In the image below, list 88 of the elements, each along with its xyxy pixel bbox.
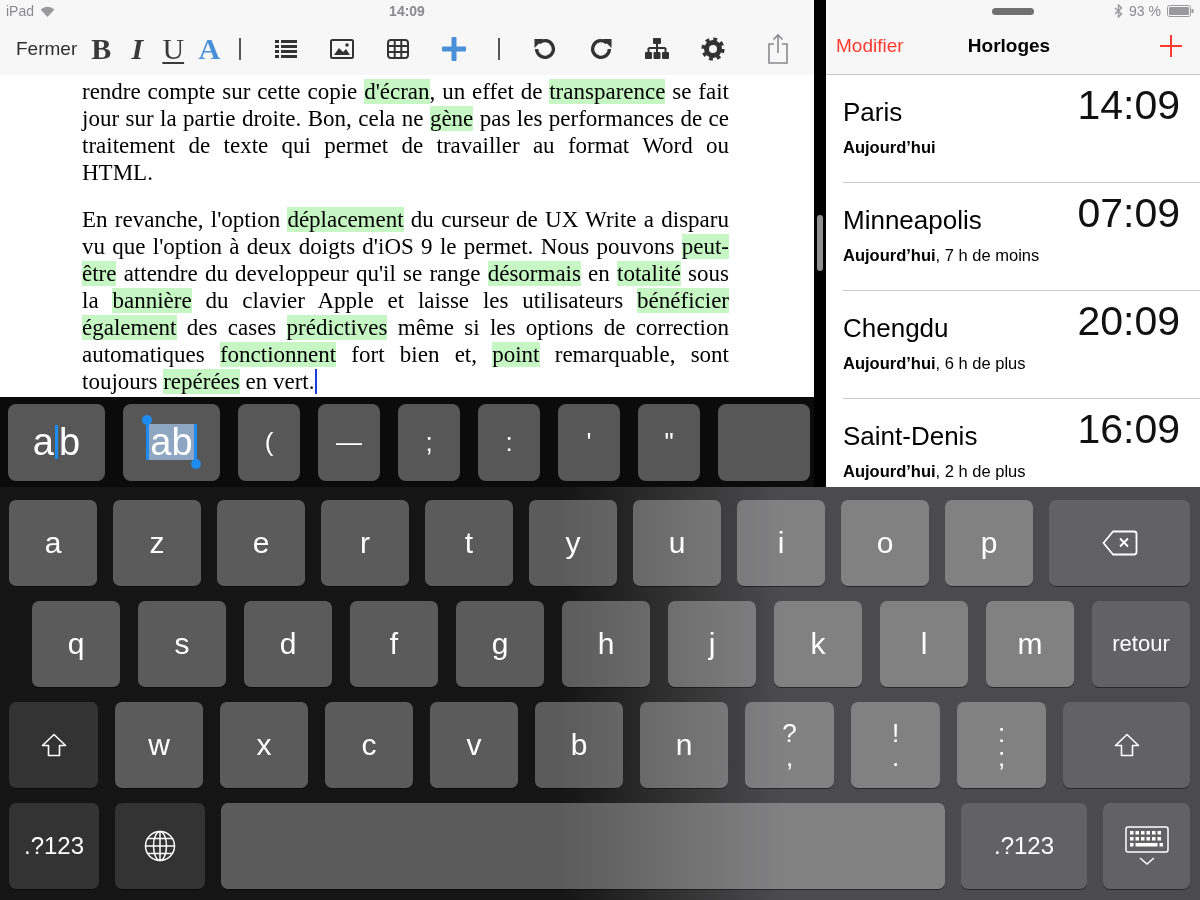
text-cursor-icon — [55, 425, 58, 459]
letter-key[interactable]: r — [321, 500, 409, 586]
letter-key[interactable]: i — [737, 500, 825, 586]
letter-key[interactable]: w — [115, 702, 203, 788]
punctuation-key[interactable]: ! . — [851, 702, 940, 788]
keyboard-chevron-icon — [1124, 826, 1169, 866]
letter-key[interactable]: k — [774, 601, 862, 687]
day-offset: Aujourd’hui, 7 h de moins — [843, 245, 1040, 265]
selection-handle-icon — [142, 415, 153, 425]
shift-icon — [1113, 733, 1140, 757]
city-name: Paris — [843, 97, 903, 127]
settings-icon[interactable] — [701, 36, 726, 61]
letter-key[interactable]: b — [535, 702, 623, 788]
letter-key[interactable]: g — [456, 601, 544, 687]
backspace-key[interactable] — [1049, 500, 1190, 586]
city-time: 16:09 — [1077, 406, 1180, 452]
city-time: 07:09 — [1077, 190, 1180, 236]
status-time: 14:09 — [389, 3, 425, 19]
letter-key[interactable]: h — [562, 601, 650, 687]
bluetooth-icon — [1114, 4, 1124, 18]
symbol-key[interactable]: : — [478, 403, 540, 481]
globe-key[interactable] — [115, 803, 205, 889]
hierarchy-icon[interactable] — [645, 37, 670, 60]
battery-percent: 93 % — [1129, 3, 1161, 19]
letter-key[interactable]: u — [633, 500, 721, 586]
numbers-key[interactable]: .?123 — [9, 803, 99, 889]
paragraph: En revanche, l'option déplacement du curseur de UX Write a disparu vu que l'option à deux doigts d'iOS 9 le permet. Nous pouvons peut-être attendre du developpeur qu'il se range désormais en totalité sous la bannière du clavier Apple et laisse les utilisateurs bénéficier également des cases prédictives même si les options de correction automatiques fonctionnent fort bien et, point remarquable, sont toujours repérées en vert. — [82, 206, 729, 395]
city-name: Chengdu — [843, 313, 949, 343]
symbol-key[interactable]: ; — [398, 403, 460, 481]
letter-key[interactable]: t — [425, 500, 513, 586]
punctuation-key[interactable]: ? , — [745, 702, 834, 788]
image-icon[interactable] — [330, 38, 355, 59]
add-icon[interactable] — [1160, 35, 1182, 57]
redo-icon[interactable] — [590, 37, 613, 60]
letter-key[interactable]: f — [350, 601, 438, 687]
return-key[interactable]: retour — [1092, 601, 1190, 687]
letter-key[interactable]: e — [217, 500, 305, 586]
letter-key[interactable]: v — [430, 702, 518, 788]
selection-handle-icon — [190, 459, 201, 469]
letter-key[interactable]: d — [244, 601, 332, 687]
letter-key[interactable]: a — [9, 500, 97, 586]
cursor-key[interactable]: ab — [8, 403, 105, 481]
delete-icon — [1101, 530, 1138, 556]
add-icon[interactable] — [442, 36, 467, 61]
text-cursor-icon — [315, 369, 318, 394]
letter-key[interactable]: z — [113, 500, 201, 586]
split-view-handle[interactable] — [817, 215, 823, 271]
battery-icon — [1167, 5, 1194, 17]
letter-key[interactable]: j — [668, 601, 756, 687]
dismiss-keyboard-key[interactable] — [1103, 803, 1190, 889]
device-name: iPad — [6, 3, 35, 19]
shift-icon — [40, 733, 67, 757]
symbol-key[interactable]: — — [318, 403, 380, 481]
screen-title: Horloges — [967, 35, 1051, 57]
paragraph: rendre compte sur cette copie d'écran, un effet de transparence se fait jour sur la partie droite. Bon, cela ne gène pas les performances de ce traitement de texte qui permet de travailler au format Word ou HTML. — [82, 78, 729, 186]
letter-key[interactable]: q — [32, 601, 120, 687]
underline-button[interactable]: U — [155, 31, 192, 66]
letter-key[interactable]: l — [880, 601, 968, 687]
letter-key[interactable]: y — [529, 500, 617, 586]
undo-icon[interactable] — [534, 37, 557, 60]
bold-button[interactable]: B — [83, 31, 120, 66]
city-name: Minneapolis — [843, 205, 982, 235]
city-time: 20:09 — [1077, 298, 1180, 344]
grabber-handle[interactable] — [992, 7, 1034, 15]
punctuation-key[interactable]: : ; — [957, 702, 1046, 788]
italic-button[interactable]: I — [119, 31, 156, 66]
document-area[interactable] — [0, 75, 814, 397]
letter-key[interactable]: c — [325, 702, 413, 788]
letter-key[interactable]: n — [640, 702, 728, 788]
day-offset: Aujourd’hui, 2 h de plus — [843, 461, 1026, 481]
city-time: 14:09 — [1077, 82, 1180, 128]
globe-icon — [144, 830, 176, 862]
day-offset: Aujourd’hui, 6 h de plus — [843, 353, 1026, 373]
table-icon[interactable] — [387, 38, 410, 59]
symbol-key[interactable]: ' — [558, 403, 620, 481]
day-offset: Aujourd’hui — [843, 137, 936, 157]
symbol-key[interactable]: " — [638, 403, 700, 481]
letter-key[interactable]: x — [220, 702, 308, 788]
wifi-icon — [40, 5, 56, 17]
close-button[interactable]: Fermer — [16, 37, 78, 60]
letter-key[interactable]: s — [138, 601, 226, 687]
list-icon[interactable] — [275, 39, 298, 58]
city-name: Saint-Denis — [843, 421, 978, 451]
symbol-key[interactable]: ( — [238, 403, 300, 481]
letter-key[interactable]: p — [945, 500, 1033, 586]
letter-key[interactable]: o — [841, 500, 929, 586]
numbers-key[interactable]: .?123 — [961, 803, 1087, 889]
letter-key[interactable]: m — [986, 601, 1074, 687]
